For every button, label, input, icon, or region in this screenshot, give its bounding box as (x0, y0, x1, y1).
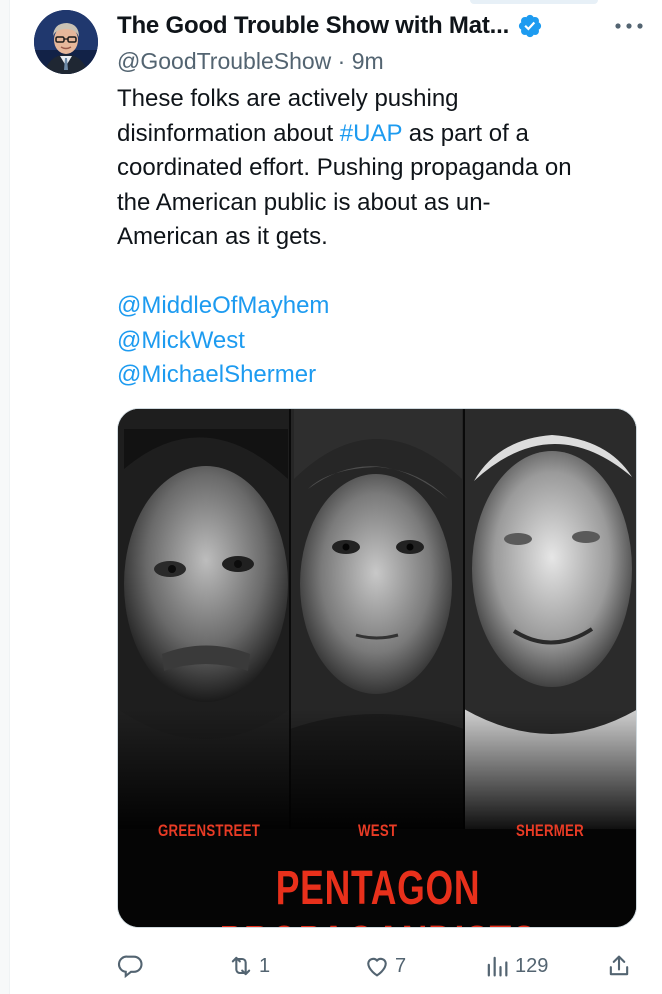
tweet-actions: 1 7 129 (117, 946, 647, 986)
retweet-icon (231, 956, 251, 976)
more-icon[interactable] (607, 10, 651, 42)
mention-link[interactable]: @MiddleOfMayhem (117, 289, 647, 324)
poster-label-shermer: SHERMER (516, 821, 584, 840)
verified-badge-icon (518, 14, 542, 38)
author-display-name[interactable]: The Good Trouble Show with Mat... (117, 12, 509, 40)
mention-link[interactable]: @MickWest (117, 324, 647, 359)
tweet-text-line: American as it gets. (117, 223, 328, 250)
poster-title: PENTAGON PROPAGANDISTS (220, 862, 536, 927)
tweet-timestamp[interactable]: · 9m (338, 48, 384, 74)
poster-label-west: WEST (358, 821, 398, 840)
reply-icon (117, 955, 143, 979)
share-icon (609, 955, 629, 976)
author-handle[interactable]: @GoodTroubleShow (117, 48, 331, 74)
poster-artwork (118, 409, 636, 927)
timeline-left-border (0, 0, 10, 994)
tweet-media-image[interactable]: GREENSTREET WEST SHERMER PENTAGON PROPAG… (117, 408, 637, 928)
top-strip (0, 0, 662, 4)
tweet-text-line: These folks are actively pushing (117, 85, 459, 112)
hashtag-link[interactable]: #UAP (340, 120, 402, 147)
avatar[interactable] (34, 10, 98, 74)
share-button[interactable] (605, 946, 633, 986)
tweet-text: These folks are actively pushing disinfo… (117, 82, 647, 393)
poster-label-greenstreet: GREENSTREET (158, 821, 261, 840)
views-button[interactable]: 129 (483, 946, 548, 986)
mention-link[interactable]: @MichaelShermer (117, 358, 647, 393)
author-meta: @GoodTroubleShow · 9m (117, 44, 662, 78)
tweet-text-line: the American public is about as un- (117, 188, 491, 216)
views-count: 129 (515, 954, 549, 977)
retweet-button[interactable]: 1 (227, 946, 270, 986)
like-icon (367, 957, 387, 977)
like-count: 7 (395, 954, 407, 977)
like-button[interactable]: 7 (363, 946, 406, 986)
retweet-count: 1 (259, 954, 271, 977)
tweet-text-line: disinformation about #UAP as part of a (117, 119, 529, 147)
tweet-header: The Good Trouble Show with Mat... @GoodT… (117, 8, 662, 78)
tweet-text-line: coordinated effort. Pushing propaganda o… (117, 154, 572, 181)
views-icon (487, 956, 508, 977)
reply-button[interactable] (117, 946, 145, 986)
